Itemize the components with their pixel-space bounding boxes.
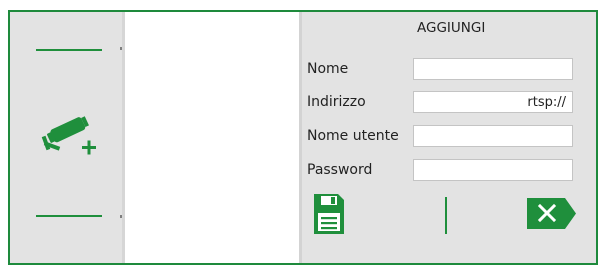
form-heading: AGGIUNGI xyxy=(417,20,486,36)
name-label: Nome xyxy=(307,61,349,77)
camera-sidebar xyxy=(10,12,122,263)
username-label: Nome utente xyxy=(307,128,399,144)
camera-list xyxy=(125,12,299,263)
username-input[interactable] xyxy=(413,125,573,147)
camera-add-icon[interactable] xyxy=(40,112,98,162)
button-separator xyxy=(445,197,447,234)
name-input[interactable] xyxy=(413,58,573,80)
address-label: Indirizzo xyxy=(307,94,366,110)
address-input[interactable] xyxy=(413,91,573,113)
top-separator xyxy=(36,49,102,51)
cancel-button[interactable] xyxy=(527,198,576,229)
save-button[interactable] xyxy=(312,192,346,236)
bottom-separator xyxy=(36,215,102,217)
password-input[interactable] xyxy=(413,159,573,181)
password-label: Password xyxy=(307,162,373,178)
scroll-tick xyxy=(120,215,122,218)
scroll-tick xyxy=(120,47,122,50)
